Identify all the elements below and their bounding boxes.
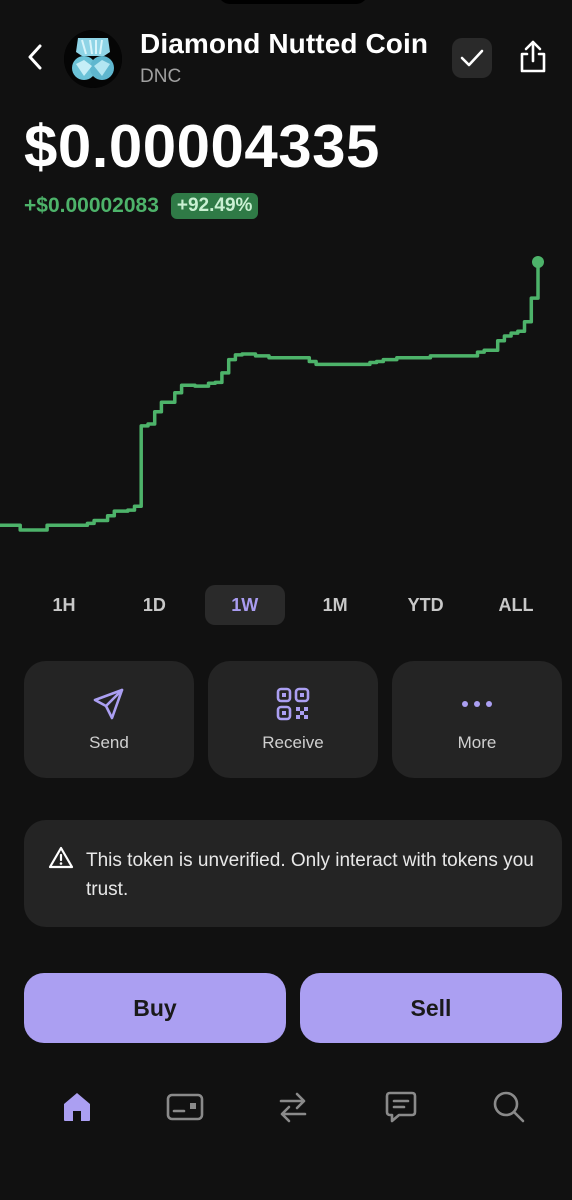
share-button[interactable] (512, 36, 554, 78)
timeframe-1m[interactable]: 1M (295, 585, 375, 625)
timeframe-1h[interactable]: 1H (24, 585, 104, 625)
timeframe-1w[interactable]: 1W (204, 585, 285, 625)
warning-triangle-icon (48, 846, 74, 869)
timeframe-ytd[interactable]: YTD (386, 585, 466, 625)
tab-home[interactable] (52, 1082, 102, 1132)
sell-button[interactable]: Sell (300, 973, 562, 1043)
unverified-warning: This token is unverified. Only interact … (24, 820, 562, 927)
buy-button[interactable]: Buy (24, 973, 286, 1043)
action-row: Send Receive More (24, 661, 562, 778)
send-label: Send (89, 732, 129, 752)
receive-button[interactable]: Receive (208, 661, 378, 778)
token-name: Diamond Nutted Coin (140, 28, 429, 59)
change-amount: +$0.00002083 (24, 194, 159, 217)
card-icon (166, 1093, 204, 1121)
bottom-tab-bar (0, 1082, 572, 1132)
swap-icon (279, 1092, 307, 1123)
check-icon (460, 49, 484, 67)
chevron-left-icon (28, 44, 42, 70)
timeframe-all[interactable]: ALL (476, 585, 556, 625)
chat-icon (385, 1091, 417, 1123)
home-icon (64, 1093, 90, 1121)
ellipsis-icon (462, 700, 492, 707)
price-current-dot (532, 256, 544, 268)
token-header: Diamond Nutted Coin DNC (0, 22, 572, 92)
verify-button[interactable] (452, 38, 492, 78)
price-chart[interactable] (0, 240, 572, 560)
back-button[interactable] (20, 42, 50, 72)
warning-text: This token is unverified. Only interact … (86, 850, 534, 900)
price-change: +$0.00002083 +92.49% (24, 193, 259, 219)
device-notch (218, 0, 368, 4)
qr-code-icon (276, 687, 310, 720)
tab-messages[interactable] (376, 1082, 426, 1132)
receive-label: Receive (262, 732, 324, 752)
tab-wallet[interactable] (160, 1082, 210, 1132)
tab-search[interactable] (484, 1082, 534, 1132)
trade-row: Buy Sell (24, 973, 562, 1043)
timeframe-1d[interactable]: 1D (114, 585, 194, 625)
token-avatar (64, 30, 122, 88)
token-price: $0.00004335 (24, 113, 380, 180)
tab-swap[interactable] (268, 1082, 318, 1132)
price-line (0, 265, 540, 532)
paper-plane-icon (93, 688, 124, 719)
share-icon (520, 40, 546, 73)
more-label: More (457, 732, 497, 752)
timeframe-selector: 1H 1D 1W 1M YTD ALL (24, 585, 556, 625)
change-percent-badge: +92.49% (170, 193, 259, 219)
search-icon (493, 1091, 525, 1123)
token-symbol: DNC (140, 66, 182, 87)
more-button[interactable]: More (392, 661, 562, 778)
send-button[interactable]: Send (24, 661, 194, 778)
